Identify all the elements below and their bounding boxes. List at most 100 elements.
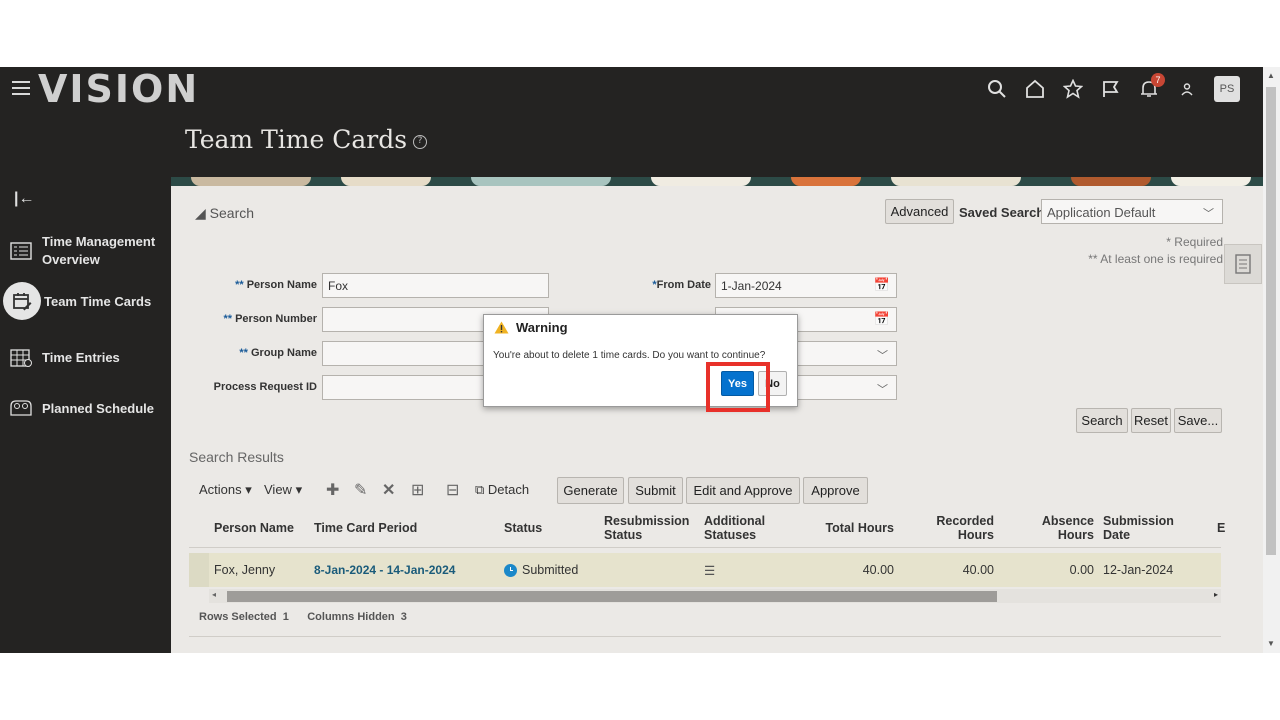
view-menu[interactable]: View ▾ [264,482,302,498]
reset-button[interactable]: Reset [1131,408,1171,433]
search-button[interactable]: Search [1076,408,1128,433]
sidebar-item-time-management-overview[interactable]: Time Management Overview [0,233,171,269]
dialog-message: You're about to delete 1 time cards. Do … [493,350,766,361]
sidebar-item-label: Planned Schedule [42,400,154,416]
row-selector[interactable] [189,553,209,587]
freeze-icon[interactable]: ⊟ [446,480,459,500]
help-icon[interactable]: ? [413,134,428,149]
home-icon[interactable] [1016,75,1054,103]
list-icon[interactable]: ☰ [704,563,715,578]
cell-person-name: Fox, Jenny [214,563,276,577]
advanced-button[interactable]: Advanced [885,199,954,224]
submit-button[interactable]: Submit [628,477,683,504]
add-icon[interactable]: ✚ [326,480,339,500]
calendar-icon[interactable]: 📅 [874,277,890,293]
search-toggle[interactable]: ◢ Search [195,205,254,222]
menu-icon[interactable] [12,81,30,95]
sidebar-item-planned-schedule[interactable]: Planned Schedule [0,398,171,418]
sidebar-item-team-time-cards[interactable]: Team Time Cards [0,282,171,320]
col-additional-statuses[interactable]: Additional Statuses [704,514,784,542]
scroll-down-icon[interactable]: ▼ [1267,639,1275,648]
calendar-edit-icon [3,282,41,320]
collapse-sidebar-icon[interactable]: |← [14,190,34,208]
saved-search-label: Saved Search [959,205,1045,220]
panel-drawer-tab[interactable] [1224,244,1262,284]
highlight-box [706,362,770,412]
sidebar-item-label: Team Time Cards [44,293,152,309]
person-number-label: ** Person Number [223,313,317,325]
saved-search-select[interactable]: Application Default ﹀ [1041,199,1223,224]
rows-selected-info: Rows Selected 1 Columns Hidden 3 [199,611,407,623]
chevron-down-icon: ﹀ [877,350,888,362]
scrollbar-thumb[interactable] [1266,87,1276,555]
clock-icon [504,563,517,577]
vertical-scrollbar[interactable]: ▲ ▼ [1263,67,1280,653]
col-resubmission-status[interactable]: Resubmission Status [604,514,694,542]
cell-total-hours: 40.00 [862,563,894,577]
star-icon[interactable] [1054,75,1092,103]
horizontal-scrollbar[interactable]: ◂ ▸ [209,589,1221,603]
col-submission-date[interactable]: Submission Date [1103,514,1183,542]
scrollbar-thumb[interactable] [227,591,997,602]
scroll-right-icon[interactable]: ▸ [1214,590,1218,599]
col-total-hours[interactable]: Total Hours [811,521,894,535]
calendar-icon[interactable]: 📅 [874,311,890,327]
col-recorded-hours[interactable]: Recorded Hours [924,514,994,542]
sidebar-item-time-entries[interactable]: Time Entries [0,347,171,367]
dialog-title: Warning [494,320,568,335]
sidebar-item-label: Time Management Overview [42,234,156,267]
edit-and-approve-button[interactable]: Edit and Approve [686,477,800,504]
col-absence-hours[interactable]: Absence Hours [1024,514,1094,542]
search-toggle-label: Search [209,205,255,221]
col-status[interactable]: Status [504,521,542,535]
notification-badge: 7 [1151,73,1165,87]
avatar[interactable]: PS [1214,76,1240,102]
from-date-label: *From Date [652,279,711,291]
chevron-down-icon: ﹀ [1203,208,1214,220]
detach-button[interactable]: ⧉ Detach [475,482,529,498]
col-time-card-period[interactable]: Time Card Period [314,521,417,535]
cell-status: Submitted [504,563,578,577]
at-least-one-note: ** At least one is required [1088,252,1223,266]
page-title: Team Time Cards? [185,125,428,154]
main-content: ◢ Search Advanced Saved Search Applicati… [171,177,1263,653]
saved-search-value: Application Default [1047,205,1156,220]
header-divider [189,547,1221,548]
process-request-label: Process Request ID [213,381,317,393]
generate-button[interactable]: Generate [557,477,624,504]
columns-icon[interactable]: ⊞ [411,480,424,500]
person-name-label: ** Person Name [235,279,317,291]
group-name-label: ** Group Name [239,347,317,359]
search-icon[interactable] [978,75,1016,103]
logo: VISION [38,67,200,111]
sidebar-item-label: Time Entries [42,349,120,365]
footer-divider [189,636,1221,637]
page-title-text: Team Time Cards [185,125,408,154]
col-extra[interactable]: E [1217,521,1225,535]
cell-submission-date: 12-Jan-2024 [1103,563,1174,577]
chevron-down-icon: ﹀ [877,384,888,396]
scroll-left-icon[interactable]: ◂ [212,590,216,599]
from-date-field[interactable]: 1-Jan-2024 📅 [715,273,897,298]
bell-icon[interactable]: 7 [1130,73,1168,103]
edit-icon[interactable]: ✎ [354,480,367,500]
document-icon [1235,254,1251,274]
required-note: * Required [1166,235,1223,249]
scroll-up-icon[interactable]: ▲ [1267,71,1275,80]
flag-icon[interactable] [1092,75,1130,103]
user-icon[interactable] [1168,75,1206,103]
save-button[interactable]: Save... [1174,408,1222,433]
actions-menu[interactable]: Actions ▾ [199,482,252,498]
cell-recorded-hours: 40.00 [962,563,994,577]
global-header-icons: 7 PS [978,73,1240,103]
search-results-title: Search Results [189,449,284,465]
schedule-icon [0,398,42,418]
decorative-banner [171,177,1263,186]
detach-icon: ⧉ [475,482,485,497]
approve-button[interactable]: Approve [803,477,868,504]
delete-icon[interactable]: ✕ [382,480,395,500]
person-name-field[interactable]: Fox [322,273,549,298]
warning-icon [494,321,509,334]
col-person-name[interactable]: Person Name [214,521,294,535]
time-card-period-link[interactable]: 8-Jan-2024 - 14-Jan-2024 [314,563,455,577]
